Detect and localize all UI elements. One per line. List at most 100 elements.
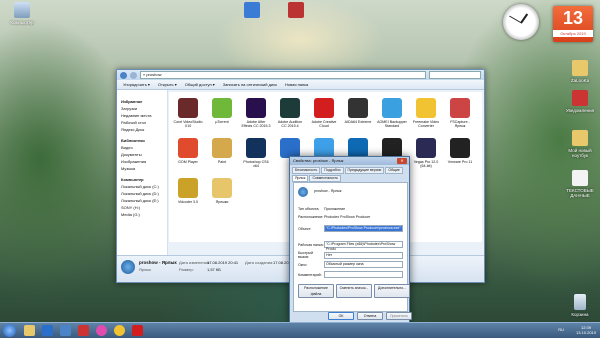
nav-item[interactable]: Библиотеки — [117, 137, 167, 144]
file-item[interactable]: AIDA64 Extreme — [343, 98, 373, 124]
file-item[interactable]: Vidcoder 3.0 — [173, 178, 203, 204]
calendar-gadget[interactable]: 13 Октябрь 2019 — [553, 6, 593, 42]
cancel-button[interactable]: Отмена — [357, 312, 383, 320]
details-name: proshow - Ярлык — [139, 260, 177, 265]
app-taskbar-icon[interactable] — [60, 325, 71, 336]
file-item[interactable]: Ярлыки — [207, 178, 237, 204]
open-file-location-button[interactable]: Расположение файла — [298, 284, 334, 298]
clock-minute-hand — [508, 15, 522, 24]
explorer-taskbar-icon[interactable] — [24, 325, 35, 336]
nav-item[interactable]: Изображения — [117, 158, 167, 165]
nav-item[interactable]: Компьютер — [117, 176, 167, 183]
nav-item[interactable]: Недавние места — [117, 112, 167, 119]
system-clock[interactable]: 12:39 13.10.2019 — [576, 325, 596, 335]
dialog-tab[interactable]: Ярлык — [292, 175, 309, 182]
file-item[interactable]: Paint — [207, 138, 237, 164]
desktop-icon-right-1[interactable]: ZaLooKa — [560, 60, 600, 83]
property-input[interactable]: "C:\Program Files (x86)\Photodex\ProShow… — [324, 241, 403, 251]
app-shortcut-icon — [212, 138, 232, 158]
desktop-icon-app1[interactable] — [232, 2, 272, 20]
advanced-button[interactable]: Дополнительно... — [374, 284, 410, 298]
change-icon-button[interactable]: Сменить значок... — [336, 284, 372, 298]
property-label: Объект: — [298, 226, 312, 231]
nav-item[interactable]: Локальный диск (E:) — [117, 197, 167, 204]
desktop-icon-right-2[interactable]: Уведомления — [560, 90, 600, 113]
toolbar-new-folder[interactable]: Новая папка — [285, 82, 308, 87]
file-item[interactable]: Adobe After Effects CC 2015.3 — [241, 98, 271, 128]
app-shortcut-icon — [382, 138, 402, 158]
property-label: Быстрый вызов: — [298, 251, 313, 259]
forward-icon[interactable] — [130, 71, 137, 79]
property-row: Рабочая папка: "C:\Program Files (x86)\Ph… — [298, 241, 403, 251]
file-label: Freemake Video Converter — [412, 120, 440, 128]
desktop-icon-right-4[interactable]: ТЕКСТОВЫЕ ДАННЫЕ — [560, 170, 600, 198]
dialog-tab[interactable]: Совместимость — [309, 175, 341, 182]
app-taskbar-icon[interactable] — [96, 325, 107, 336]
app-shortcut-icon — [212, 98, 232, 118]
file-item[interactable]: Vmware Pro 11 — [445, 138, 475, 164]
property-input[interactable]: "C:\Photodex\ProShow Producer\proshow.ex… — [324, 225, 403, 232]
desktop-icon-recycle-bin[interactable]: Корзина — [560, 294, 600, 317]
nav-item[interactable]: SONY (H:) — [117, 204, 167, 211]
details-modified-label: Дата изменения: — [179, 260, 211, 265]
nav-item[interactable]: Музыка — [117, 165, 167, 172]
property-input[interactable]: Нет — [324, 251, 403, 259]
properties-dialog[interactable]: Свойства: proshow - Ярлык ✕ Безопасность… — [289, 156, 412, 323]
file-item[interactable]: Adobe Audition CC 2015.4 — [275, 98, 305, 128]
app-icon — [244, 2, 260, 18]
language-indicator[interactable]: RU — [558, 327, 564, 332]
app-shortcut-icon — [280, 98, 300, 118]
property-value: Photodex ProShow Producer — [324, 215, 371, 219]
toolbar: Упорядочить ▾ Открыть ▾ Общий доступ ▾ З… — [117, 80, 484, 90]
desktop-icon-computer[interactable]: Компьютер — [2, 2, 42, 25]
app-taskbar-icon[interactable] — [114, 325, 125, 336]
toolbar-organize[interactable]: Упорядочить ▾ — [123, 82, 150, 87]
nav-item[interactable]: Рабочий стол — [117, 119, 167, 126]
desktop-icon-right-3[interactable]: Мой новый ноутбук — [560, 130, 600, 158]
nav-item[interactable]: Загрузки — [117, 105, 167, 112]
file-item[interactable]: Photoshop CS6 x64 — [241, 138, 271, 168]
start-button[interactable] — [3, 324, 16, 337]
nav-item[interactable]: Локальный диск (C:) — [117, 183, 167, 190]
property-row: Тип объекта: Приложение — [298, 207, 403, 211]
ok-button[interactable]: ОК — [328, 312, 354, 320]
back-icon[interactable] — [120, 71, 127, 79]
property-row: Объект: "C:\Photodex\ProShow Producer\pro… — [298, 225, 403, 232]
search-input[interactable] — [429, 71, 481, 79]
nav-item[interactable]: Локальный диск (D:) — [117, 190, 167, 197]
file-item[interactable]: Freemake Video Converter — [411, 98, 441, 128]
file-item[interactable]: Adobe Creative Cloud — [309, 98, 339, 128]
app-taskbar-icon[interactable] — [132, 325, 143, 336]
dialog-tab[interactable]: Предыдущие версии — [344, 167, 385, 174]
app-taskbar-icon[interactable] — [42, 325, 53, 336]
desktop-icon-app2[interactable] — [276, 2, 316, 20]
file-item[interactable]: µTorrent — [207, 98, 237, 124]
nav-item[interactable]: Избранное — [117, 98, 167, 105]
file-item[interactable]: Vegas Pro 12.0 (64-bit) — [411, 138, 441, 168]
app-taskbar-icon[interactable] — [78, 325, 89, 336]
dialog-tab[interactable]: Подробно — [321, 167, 344, 174]
dialog-tab[interactable]: Безопасность — [292, 167, 321, 174]
file-item[interactable]: FSCapture - Ярлык — [445, 98, 475, 128]
file-label: µTorrent — [215, 120, 229, 124]
toolbar-open[interactable]: Открыть ▾ — [158, 82, 177, 87]
dialog-tab[interactable]: Общие — [385, 167, 403, 174]
close-button[interactable]: ✕ — [397, 158, 407, 164]
nav-item[interactable]: Яндекс.Диск — [117, 126, 167, 133]
shortcut-tab-pane: proshow - Ярлык Тип объекта: Приложение Ра… — [293, 182, 410, 312]
details-type: Ярлык — [139, 267, 151, 272]
property-input[interactable]: Обычный размер окна — [324, 261, 403, 268]
apply-button[interactable]: Применить — [386, 312, 412, 320]
toolbar-burn[interactable]: Записать на оптический диск — [223, 82, 277, 87]
file-item[interactable]: GOM Player — [173, 138, 203, 164]
file-item[interactable]: AOMEI Backupper Standard — [377, 98, 407, 128]
property-input[interactable] — [324, 271, 403, 278]
toolbar-share[interactable]: Общий доступ ▾ — [185, 82, 215, 87]
clock-gadget[interactable] — [503, 4, 539, 40]
nav-item[interactable]: Документы — [117, 151, 167, 158]
address-field[interactable]: « proshow — [140, 71, 426, 79]
nav-item[interactable]: Видео — [117, 144, 167, 151]
document-icon — [572, 170, 588, 186]
file-item[interactable]: Corel VideoStudio X10 — [173, 98, 203, 128]
nav-item[interactable]: Media (G:) — [117, 211, 167, 218]
